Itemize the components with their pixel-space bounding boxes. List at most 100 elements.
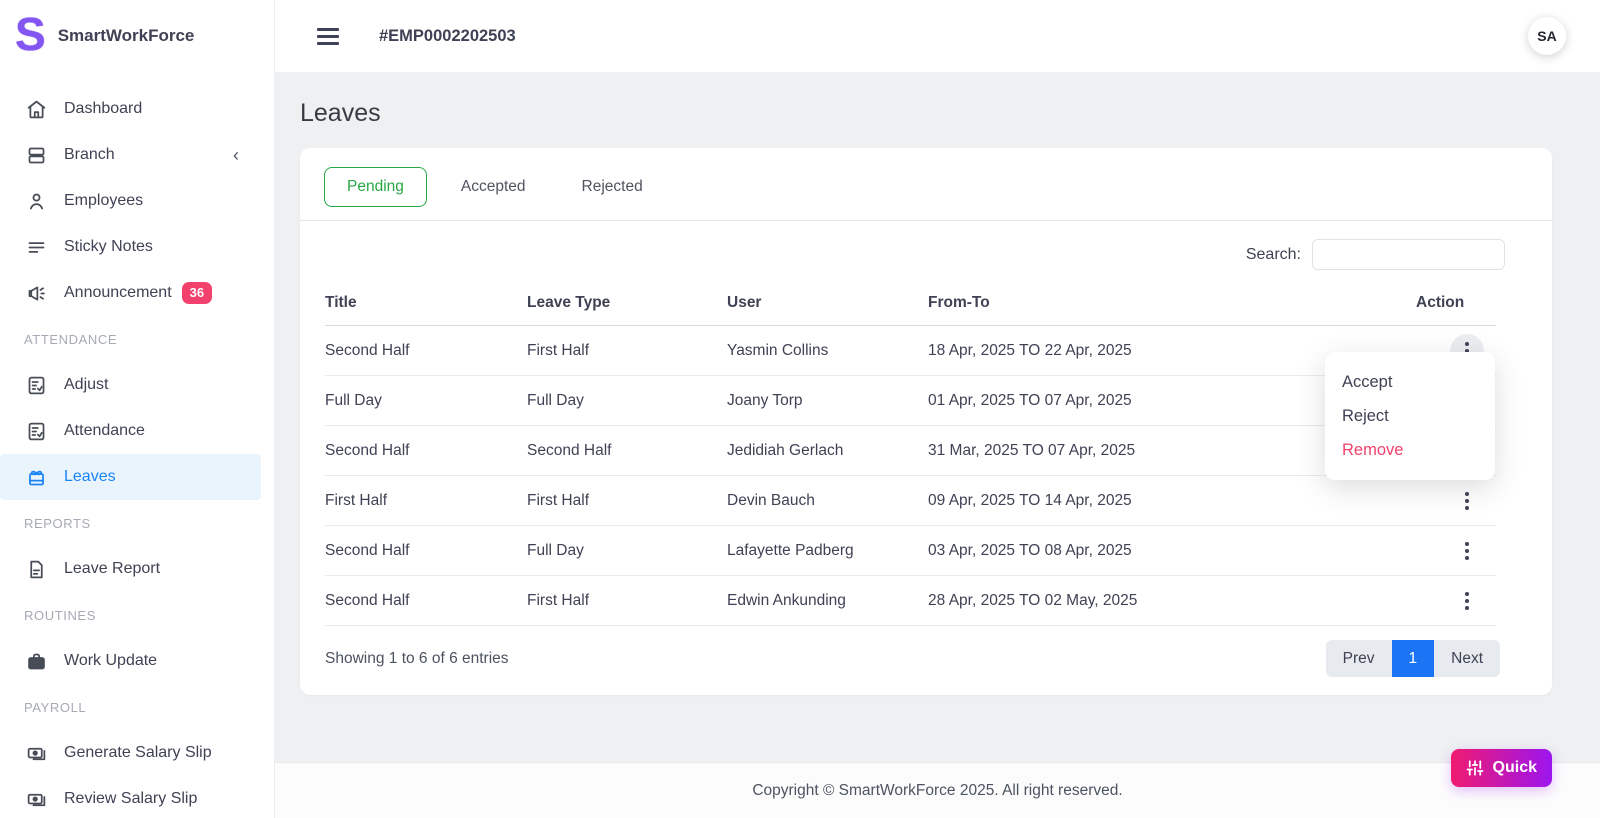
sidebar-item-branch[interactable]: Branch ‹ [0,132,261,178]
column-header-action: Action [1416,286,1496,326]
cell-user: Jedidiah Gerlach [727,425,928,476]
cell-title: Full Day [325,375,527,426]
brand[interactable]: S SmartWorkForce [0,0,274,72]
column-header-user: User [727,286,928,326]
sidebar-item-label: Generate Salary Slip [64,744,212,761]
lines-icon [28,241,45,253]
tab-pending[interactable]: Pending [324,167,427,207]
cell-title: Second Half [325,525,527,576]
sidebar-item-label: Branch [64,146,115,163]
briefcase-icon [28,653,45,669]
dropdown-item-reject[interactable]: Reject [1325,399,1495,433]
sidebar-item-review-salary-slip[interactable]: Review Salary Slip [0,776,261,818]
cell-from-to: 03 Apr, 2025 TO 08 Apr, 2025 [928,525,1416,576]
cell-leave-type: First Half [527,475,727,526]
sidebar-item-label: Dashboard [64,100,143,117]
megaphone-icon [28,286,45,300]
quick-button[interactable]: Quick [1450,749,1552,787]
footer: Copyright © SmartWorkForce 2025. All rig… [275,762,1600,818]
sidebar-section-reports: REPORTS [24,515,91,531]
chevron-left-icon: ‹ [233,145,239,165]
tab-rejected[interactable]: Rejected [560,168,665,206]
prev-page-button[interactable]: Prev [1325,640,1392,677]
table-row: Second Half First Half Yasmin Collins 18… [325,325,1496,376]
dropdown-item-remove[interactable]: Remove [1325,433,1495,467]
sidebar-item-label: Leave Report [64,560,161,577]
sidebar-item-label: Employees [64,192,144,209]
page-title: Leaves [300,99,381,127]
table-footer: Showing 1 to 6 of 6 entries Prev 1 Next [325,640,1500,677]
cell-title: Second Half [325,325,527,376]
pagination: Prev 1 Next [1325,640,1500,677]
gift-icon [29,470,44,485]
sidebar-item-leaves[interactable]: Leaves [0,454,261,500]
table-row: Second Half Full Day Lafayette Padberg 0… [325,525,1496,576]
sidebar-item-label: Review Salary Slip [64,790,198,807]
sidebar-item-announcement[interactable]: Announcement 36 [0,270,261,316]
sidebar-item-label: Announcement [64,284,172,301]
row-actions-kebab-icon[interactable] [1450,584,1484,618]
tab-accepted[interactable]: Accepted [439,168,548,206]
table-row: Full Day Full Day Joany Torp 01 Apr, 202… [325,375,1496,426]
table-row: Second Half First Half Edwin Ankunding 2… [325,575,1496,626]
page-number-button[interactable]: 1 [1391,640,1435,677]
sidebar-nav: Dashboard Branch ‹ Employees Sticky Note… [0,72,274,818]
sidebar-item-sticky-notes[interactable]: Sticky Notes [0,224,261,270]
branch-icon [28,147,45,163]
column-header-leave-type: Leave Type [527,286,727,326]
document-icon [30,560,43,578]
person-icon [29,193,44,209]
cell-title: Second Half [325,575,527,626]
table-row: First Half First Half Devin Bauch 09 Apr… [325,475,1496,526]
cell-from-to: 09 Apr, 2025 TO 14 Apr, 2025 [928,475,1416,526]
main-content: Leaves Pending Accepted Rejected Search:… [275,72,1600,762]
hamburger-menu-icon[interactable] [317,27,339,45]
sidebar-section-attendance: ATTENDANCE [24,331,118,347]
leaves-table: Title Leave Type User From-To Action Sec… [325,286,1496,626]
sidebar-item-label: Attendance [64,422,145,439]
sidebar-item-label: Leaves [64,468,116,485]
cell-user: Yasmin Collins [727,325,928,376]
cell-leave-type: First Half [527,575,727,626]
cell-leave-type: First Half [527,325,727,376]
sidebar-item-attendance[interactable]: Attendance [0,408,261,454]
cell-leave-type: Second Half [527,425,727,476]
sidebar: S SmartWorkForce Dashboard Branch ‹ Empl… [0,0,275,818]
cell-title: First Half [325,475,527,526]
sliders-icon [1466,760,1483,776]
row-actions-dropdown: Accept Reject Remove [1325,352,1495,480]
sidebar-item-adjust[interactable]: Adjust [0,362,261,408]
table-header-row: Title Leave Type User From-To Action [325,286,1496,326]
tabs-bar: Pending Accepted Rejected [300,148,1552,221]
avatar[interactable]: SA [1528,17,1566,55]
cell-from-to: 28 Apr, 2025 TO 02 May, 2025 [928,575,1416,626]
row-actions-kebab-icon[interactable] [1450,534,1484,568]
quick-button-label: Quick [1492,759,1537,776]
column-header-title: Title [325,286,527,326]
sidebar-item-label: Sticky Notes [64,238,153,255]
checklist-icon [28,376,45,394]
sidebar-item-dashboard[interactable]: Dashboard [0,86,261,132]
announcement-count-badge: 36 [181,282,213,304]
search-input[interactable] [1312,239,1505,270]
banknote-icon [27,793,46,806]
next-page-button[interactable]: Next [1434,640,1500,677]
cell-leave-type: Full Day [527,375,727,426]
brand-name: SmartWorkForce [57,26,195,45]
sidebar-item-work-update[interactable]: Work Update [0,638,261,684]
employee-id: #EMP0002202503 [379,26,516,45]
brand-logo-icon: S [15,8,46,60]
home-icon [27,100,46,118]
sidebar-item-leave-report[interactable]: Leave Report [0,546,261,592]
dropdown-item-accept[interactable]: Accept [1325,365,1495,399]
copyright-text: Copyright © SmartWorkForce 2025. All rig… [752,781,1123,799]
sidebar-item-employees[interactable]: Employees [0,178,261,224]
search-label: Search: [1245,245,1301,263]
sidebar-item-generate-salary-slip[interactable]: Generate Salary Slip [0,730,261,776]
sidebar-section-routines: ROUTINES [24,607,96,623]
table-row: Second Half Second Half Jedidiah Gerlach… [325,425,1496,476]
entries-summary: Showing 1 to 6 of 6 entries [325,649,509,667]
row-actions-kebab-icon[interactable] [1450,484,1484,518]
cell-user: Edwin Ankunding [727,575,928,626]
sidebar-section-payroll: PAYROLL [24,699,87,715]
